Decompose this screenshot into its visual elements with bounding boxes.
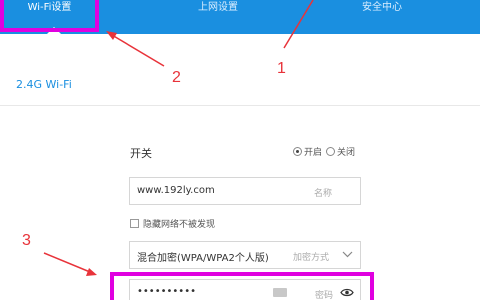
annotation-arrowhead-3: [86, 268, 97, 276]
annotation-arrowhead-2: [106, 31, 117, 40]
annotation-arrows: [43, 0, 314, 276]
annotation-arrow-3: [43, 252, 91, 273]
annotation-number-3: 3: [22, 232, 31, 249]
annotation-number-1: 1: [277, 60, 286, 77]
annotation-arrow-2: [111, 34, 165, 67]
annotation-number-2: 2: [172, 69, 181, 86]
annotation-arrow-1: [283, 0, 314, 49]
